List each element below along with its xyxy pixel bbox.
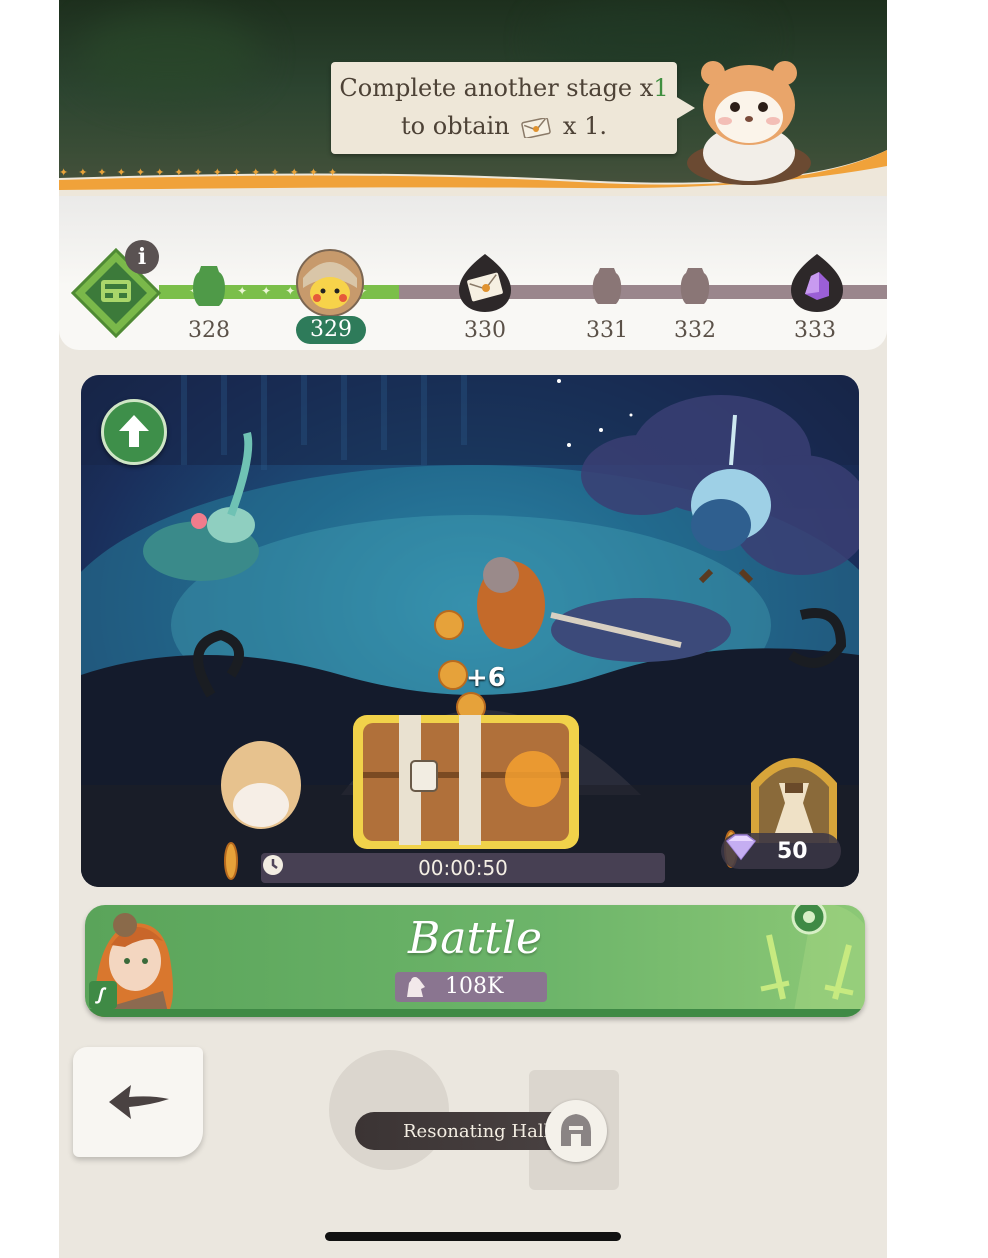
reward-hero-portrait[interactable] — [745, 743, 843, 843]
stage-number-329-current[interactable]: 329 — [296, 316, 366, 344]
hamster-mascot-icon — [687, 61, 811, 185]
scene-artwork — [81, 375, 859, 887]
hint-line-1: Complete another stage x1 — [331, 74, 677, 102]
stage-number-331[interactable]: 331 — [572, 318, 642, 343]
stage-329-pikachu-avatar-icon[interactable] — [295, 248, 365, 318]
hint-count: 1 — [653, 74, 669, 102]
crossed-swords-icon — [760, 905, 865, 1017]
back-arrow-icon — [109, 1085, 169, 1119]
battle-label: Battle — [407, 913, 543, 964]
diamond-gem-icon — [725, 834, 757, 861]
idle-timer-bar: 00:00:50 — [261, 853, 665, 883]
battle-button[interactable]: ꭍ Battle 108K — [85, 905, 865, 1017]
hint-line-2: to obtain x 1. — [331, 112, 677, 140]
helmet-icon — [561, 1114, 591, 1146]
hint-text: Complete another stage x — [339, 74, 654, 102]
hint-speech-bubble: Complete another stage x1 to obtain x 1. — [331, 62, 695, 154]
hero-portrait-icon — [751, 758, 837, 843]
resonating-hall-button[interactable]: Resonating Hall — [355, 1100, 611, 1162]
idle-timer-value: 00:00:50 — [418, 856, 508, 880]
letter-icon — [521, 117, 552, 138]
resonating-hall-emblem — [545, 1100, 607, 1162]
hint-reward-count: x 1. — [562, 112, 607, 140]
stage-332-reward-chest-silhouette-icon — [680, 268, 710, 304]
idle-battle-scene[interactable]: +6 50 00:00:50 — [81, 375, 859, 887]
gem-count-value: 50 — [777, 839, 808, 864]
stage-331-reward-chest-silhouette-icon — [592, 268, 622, 304]
info-icon: i — [137, 244, 147, 270]
hint-obtain-text: to obtain — [401, 112, 510, 140]
resonating-hall-label: Resonating Hall — [403, 1121, 550, 1142]
upgrade-arrow-button[interactable] — [101, 399, 167, 465]
gem-reward-counter[interactable]: 50 — [721, 833, 841, 869]
game-screen: ✦✦✦✦✦✦✦✦✦✦✦✦✦✦✦ Complete another stage x… — [59, 0, 887, 1258]
hamster-companion-icon — [221, 741, 301, 829]
arrow-up-icon — [119, 415, 149, 447]
gold-gain-label: +6 — [466, 663, 506, 693]
info-badge[interactable]: i — [125, 240, 159, 274]
stage-number-333[interactable]: 333 — [780, 318, 850, 343]
stage-number-328[interactable]: 328 — [174, 318, 244, 343]
team-power-value: 108K — [445, 974, 504, 999]
sparkle-row: ✦✦✦✦✦✦✦✦✦✦✦✦✦✦✦ — [59, 166, 348, 178]
stage-333-purple-crystal-icon[interactable] — [789, 252, 845, 314]
back-button[interactable] — [73, 1047, 203, 1157]
team-power-icon — [407, 977, 425, 997]
stage-328-reward-chest-silhouette-icon — [193, 266, 225, 306]
top-banner: ✦✦✦✦✦✦✦✦✦✦✦✦✦✦✦ Complete another stage x… — [59, 0, 887, 200]
team-power-badge: 108K — [395, 972, 547, 1002]
home-indicator[interactable] — [325, 1232, 621, 1241]
stage-330-letter-reward-icon[interactable] — [457, 252, 513, 314]
treasure-chest-icon — [353, 715, 579, 849]
stage-number-330[interactable]: 330 — [450, 318, 520, 343]
stage-number-332[interactable]: 332 — [660, 318, 730, 343]
